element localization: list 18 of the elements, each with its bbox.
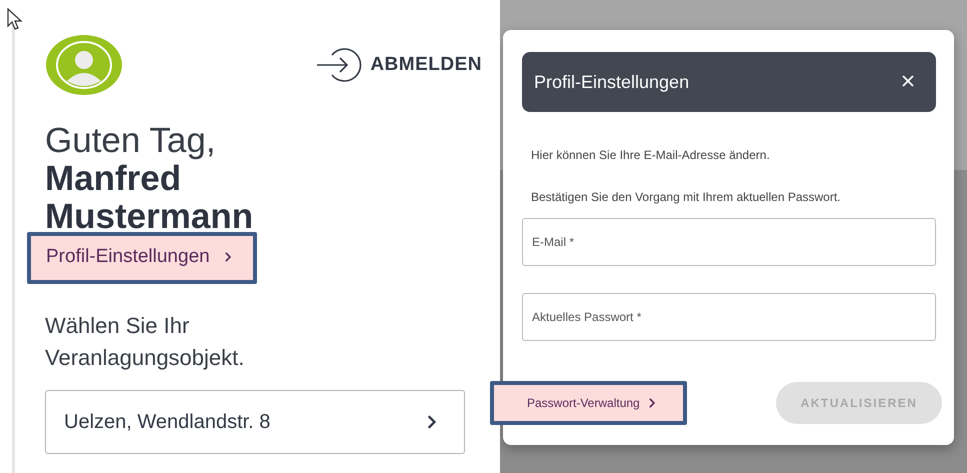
info-text: Hier können Sie Ihre E-Mail-Adresse ändern. (531, 148, 771, 162)
chevron-icon (648, 398, 655, 408)
password-management-link[interactable]: Passwort-Verwaltung (490, 381, 687, 425)
dialog-title: Profil-Einstellungen (534, 72, 690, 92)
info-text: Bestätigen Sie den Vorgang mit Ihrem aktuellen Passwort. (531, 190, 842, 204)
close-button[interactable] (902, 75, 916, 89)
input-field[interactable]: Aktuelles Passwort * (522, 293, 936, 341)
logout-button[interactable]: ABMELDEN (316, 45, 482, 85)
input-field[interactable]: E-Mail * (522, 218, 936, 266)
property-item[interactable]: Uelzen, Wendlandstr. 8 (45, 390, 465, 454)
chevron-icon (224, 252, 231, 262)
prompt-text: Wählen Sie Ihr Veranlagungsobjekt. (45, 312, 246, 372)
mouse-pointer-icon (7, 8, 23, 30)
avatar-icon (45, 34, 123, 96)
property-label: Uelzen, Wendlandstr. 8 (64, 410, 270, 434)
profile-settings-link[interactable]: Profil-Einstellungen (27, 232, 257, 284)
greeting: Guten Tag, (45, 122, 217, 160)
chevron-icon (426, 415, 436, 429)
